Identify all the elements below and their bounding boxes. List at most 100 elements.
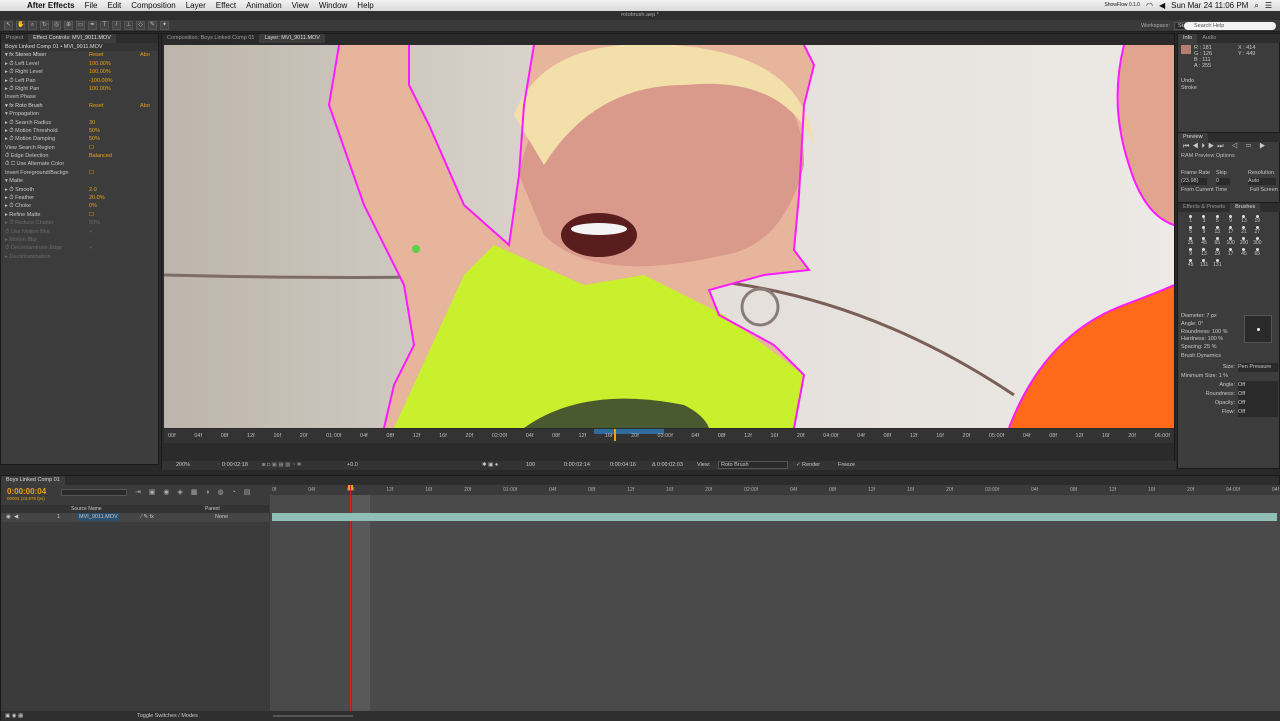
- brush-preset[interactable]: 3: [1197, 215, 1210, 224]
- brush-presets-grid[interactable]: 1 3 5 9 13 19 5 9 13 17 21 27 35 45 65 100 200 300 9 13 19 17…: [1184, 215, 1264, 268]
- menu-file[interactable]: File: [80, 1, 103, 10]
- effect-row[interactable]: ▾ fx Stereo Mixer Reset Abo: [1, 51, 158, 59]
- tab-effects-presets[interactable]: Effects & Presets: [1178, 203, 1230, 212]
- effect-row-value[interactable]: 100.00%: [89, 68, 111, 76]
- current-time[interactable]: 0:00:02:18: [222, 461, 248, 470]
- skip-select[interactable]: 0: [1216, 178, 1230, 185]
- zoom-tool-icon[interactable]: ⌕: [28, 21, 37, 30]
- brush-diameter[interactable]: Diameter: 7 px: [1181, 313, 1251, 321]
- layer-name[interactable]: MVI_9011.MOV: [77, 513, 120, 521]
- layer-duration-bar[interactable]: [272, 513, 1277, 521]
- wifi-icon[interactable]: ◠: [1146, 1, 1153, 10]
- timeline-track-area[interactable]: 0f 04f 08f 12f 16f 20f 01:00f 04f 08f 12f 16f 20f 02…: [270, 485, 1280, 711]
- effect-row[interactable]: ▸ Decontamination: [1, 253, 158, 261]
- brush-preset[interactable]: 100: [1224, 237, 1237, 246]
- camera-tool-icon[interactable]: ◎: [52, 21, 61, 30]
- selection-tool-icon[interactable]: ↖: [4, 21, 13, 30]
- puppet-tool-icon[interactable]: ✦: [160, 21, 169, 30]
- timeline-switch-icons[interactable]: ⇥ ▣ ◉ ◈ ▦ ◑ ◍ ◔ ▤: [135, 488, 253, 496]
- channel-icons[interactable]: ✱ ▣ ●: [482, 461, 498, 470]
- effect-row[interactable]: ⏱ Use Motion Blur ✓: [1, 228, 158, 236]
- menu-view[interactable]: View: [287, 1, 314, 10]
- rotate-tool-icon[interactable]: ↻: [40, 21, 49, 30]
- frame-rate-select[interactable]: (23.98): [1181, 178, 1207, 185]
- brush-preset[interactable]: 65: [1251, 248, 1264, 257]
- parent-select[interactable]: None: [215, 513, 228, 522]
- brush-roundness[interactable]: Roundness: 100 %: [1181, 329, 1251, 337]
- tab-layer[interactable]: Layer: MVI_9011.MOV: [259, 34, 325, 43]
- volume-icon[interactable]: ◀: [1159, 1, 1165, 10]
- brush-preset[interactable]: 19: [1251, 215, 1264, 224]
- audio-icon[interactable]: ◀: [14, 513, 18, 522]
- roto-brush-tool-icon[interactable]: ✎: [148, 21, 157, 30]
- effect-row-value[interactable]: Balanced: [89, 152, 112, 160]
- pen-tool-icon[interactable]: ✒: [88, 21, 97, 30]
- effect-row[interactable]: ▸ ⏱ Reduce Chatter 50%: [1, 219, 158, 227]
- effect-row-value[interactable]: 20.0%: [89, 194, 105, 202]
- brush-angle[interactable]: Angle: 0°: [1181, 321, 1251, 329]
- menu-edit[interactable]: Edit: [102, 1, 126, 10]
- tab-brushes[interactable]: Brushes: [1230, 203, 1261, 212]
- brush-preset[interactable]: 9: [1224, 215, 1237, 224]
- brush-preset[interactable]: 13: [1197, 248, 1210, 257]
- eraser-tool-icon[interactable]: ◇: [136, 21, 145, 30]
- effect-row[interactable]: ▸ ⏱ Search Radius 30: [1, 119, 158, 127]
- tab-effect-controls[interactable]: Effect Controls: MVI_9011.MOV: [28, 34, 116, 43]
- layer-switches[interactable]: ⁄ ✎ fx: [141, 513, 154, 522]
- mask-tool-icon[interactable]: ▭: [76, 21, 85, 30]
- effect-about-link[interactable]: Abo: [140, 51, 150, 59]
- effect-row-value[interactable]: 0%: [89, 202, 97, 210]
- brush-preset[interactable]: 13: [1211, 226, 1224, 235]
- timeline-search-input[interactable]: [61, 489, 127, 496]
- full-screen-checkbox[interactable]: Full Screen: [1250, 187, 1278, 193]
- effect-row-value[interactable]: ✓: [89, 228, 94, 236]
- tab-info[interactable]: Info: [1178, 34, 1198, 43]
- effect-row-value[interactable]: 50%: [89, 135, 100, 143]
- tab-composition[interactable]: Composition: Boys Linked Comp 01: [162, 34, 259, 43]
- timeline-timecode[interactable]: 0:00:00:04: [7, 487, 46, 496]
- effect-row[interactable]: ▸ ⏱ Motion Threshold 50%: [1, 127, 158, 135]
- from-current-time-checkbox[interactable]: From Current Time: [1181, 187, 1227, 193]
- type-tool-icon[interactable]: T: [100, 21, 109, 30]
- effect-row-value[interactable]: ✓: [89, 244, 94, 252]
- brush-preset[interactable]: 45: [1197, 237, 1210, 246]
- effect-row[interactable]: ▸ ⏱ Motion Damping 50%: [1, 135, 158, 143]
- brush-preset[interactable]: 65: [1211, 237, 1224, 246]
- effect-row[interactable]: ▸ ⏱ Choke 0%: [1, 202, 158, 210]
- out-time[interactable]: 0:00:04:16: [610, 461, 636, 470]
- effect-row[interactable]: Invert Foreground/Backgn ☐: [1, 169, 158, 177]
- menu-composition[interactable]: Composition: [126, 1, 180, 10]
- brush-preset[interactable]: 5: [1184, 226, 1197, 235]
- effect-row-value[interactable]: 2.0: [89, 186, 97, 194]
- menu-help[interactable]: Help: [352, 1, 378, 10]
- magnification-value[interactable]: 100: [526, 461, 535, 470]
- effect-row[interactable]: ▸ ⏱ Right Level 100.00%: [1, 68, 158, 76]
- effect-about-link[interactable]: Abo: [140, 102, 150, 110]
- brush-preset[interactable]: 19: [1211, 248, 1224, 257]
- menu-effect[interactable]: Effect: [211, 1, 241, 10]
- brush-tool-icon[interactable]: /: [112, 21, 121, 30]
- tab-preview[interactable]: Preview: [1178, 133, 1208, 142]
- brush-preset[interactable]: 17: [1224, 226, 1237, 235]
- effect-row-value[interactable]: ☐: [89, 169, 94, 177]
- effect-row[interactable]: ▾ Matte: [1, 177, 158, 185]
- brush-preset[interactable]: 200: [1237, 237, 1250, 246]
- video-frame[interactable]: [164, 45, 1174, 428]
- brush-preset[interactable]: 131: [1211, 259, 1224, 268]
- dyn-angle-select[interactable]: Off: [1238, 381, 1278, 390]
- dyn-min-size[interactable]: Minimum Size: 1 %: [1181, 372, 1278, 381]
- visibility-icon[interactable]: ◉: [6, 513, 11, 522]
- dyn-flow-select[interactable]: Off: [1238, 408, 1278, 417]
- brush-preset[interactable]: 9: [1184, 248, 1197, 257]
- tab-project[interactable]: Project: [1, 34, 28, 43]
- search-help-input[interactable]: Search Help: [1184, 22, 1276, 30]
- clone-tool-icon[interactable]: ⊥: [124, 21, 133, 30]
- effect-row-value[interactable]: 30: [89, 119, 95, 127]
- effect-row[interactable]: ▸ ⏱ Smooth 2.0: [1, 186, 158, 194]
- effect-row-value[interactable]: ☐: [89, 211, 94, 219]
- timeline-ruler[interactable]: 0f 04f 08f 12f 16f 20f 01:00f 04f 08f 12f 16f 20f 02…: [270, 485, 1280, 495]
- menu-window[interactable]: Window: [314, 1, 352, 10]
- effect-row-value[interactable]: 100.00%: [89, 85, 111, 93]
- effect-row[interactable]: View Search Region ☐: [1, 144, 158, 152]
- in-time[interactable]: 0:00:02:14: [564, 461, 590, 470]
